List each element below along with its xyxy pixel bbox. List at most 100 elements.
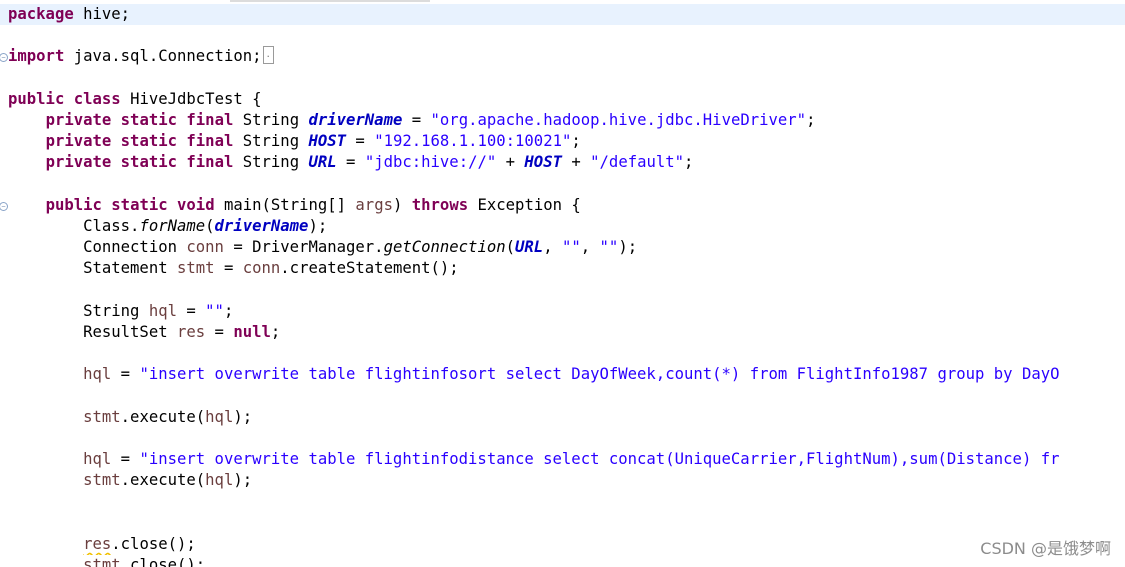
code-token: URL xyxy=(515,238,544,257)
code-token: = xyxy=(346,132,375,151)
code-token: String xyxy=(233,132,309,151)
code-line[interactable]: res.close(); xyxy=(0,534,1125,555)
code-line[interactable] xyxy=(0,280,1125,301)
code-token: final xyxy=(186,111,234,129)
code-token: ); xyxy=(233,407,253,426)
code-token: ResultSet xyxy=(8,323,177,341)
code-token: URL xyxy=(308,153,337,172)
code-token: HOST xyxy=(308,132,347,151)
code-token: ; xyxy=(684,153,694,172)
code-line[interactable]: ResultSet res = null; xyxy=(0,322,1125,343)
code-token: = xyxy=(111,450,140,469)
code-token: static xyxy=(120,111,178,129)
code-line[interactable] xyxy=(0,25,1125,46)
code-line[interactable]: private static final String driverName =… xyxy=(0,110,1125,131)
code-line[interactable]: stmt.close(); xyxy=(0,555,1125,567)
code-token: hql xyxy=(83,365,112,384)
code-line[interactable]: package hive; xyxy=(0,4,1125,25)
code-token: null xyxy=(233,323,271,341)
code-token: "" xyxy=(561,238,581,257)
code-token: "" xyxy=(599,238,619,257)
code-token: .execute( xyxy=(120,407,206,426)
code-line[interactable] xyxy=(0,68,1125,89)
code-token: conn xyxy=(242,259,281,278)
code-token: public xyxy=(45,195,102,214)
code-token: static xyxy=(120,132,178,151)
code-token: Statement xyxy=(8,259,177,278)
code-line[interactable] xyxy=(0,343,1125,364)
code-token: hql xyxy=(148,301,177,320)
code-token: ; xyxy=(806,111,816,129)
editor-tab-strip xyxy=(0,0,1125,3)
fold-toggle-icon[interactable]: – xyxy=(0,201,8,211)
code-line[interactable]: String hql = ""; xyxy=(0,301,1125,322)
code-token: import xyxy=(8,47,65,66)
code-token: getConnection xyxy=(383,238,506,257)
code-token: throws xyxy=(411,195,469,214)
code-token: Class. xyxy=(8,217,140,235)
code-line[interactable]: Class.forName(driverName); xyxy=(0,216,1125,237)
code-token: "192.168.1.100:10021" xyxy=(374,132,572,151)
code-token: String xyxy=(8,301,149,320)
code-token: class xyxy=(73,89,121,108)
code-token: = xyxy=(177,301,206,320)
code-token: String xyxy=(233,111,309,129)
code-token: .createStatement(); xyxy=(280,259,459,278)
code-token: String xyxy=(233,153,309,172)
code-line[interactable] xyxy=(0,174,1125,195)
code-token: ; xyxy=(270,323,281,341)
code-token: stmt xyxy=(177,259,215,278)
fold-toggle-icon[interactable]: – xyxy=(0,53,8,63)
code-token: main(String[] xyxy=(214,195,356,214)
code-line[interactable]: private static final String URL = "jdbc:… xyxy=(0,152,1125,173)
tab-divider xyxy=(230,0,430,2)
code-token: ); xyxy=(308,217,328,235)
code-line[interactable] xyxy=(0,386,1125,407)
code-line[interactable]: stmt.execute(hql); xyxy=(0,470,1125,491)
code-token: ( xyxy=(505,238,516,257)
code-line[interactable] xyxy=(0,492,1125,513)
code-line[interactable]: – import java.sql.Connection; xyxy=(0,46,1125,67)
code-token: "jdbc:hive://" xyxy=(364,153,497,172)
code-line[interactable] xyxy=(0,428,1125,449)
code-token: = xyxy=(402,111,431,129)
code-token: , xyxy=(580,238,600,257)
code-line[interactable]: Connection conn = DriverManager.getConne… xyxy=(0,237,1125,258)
code-token: ) xyxy=(392,195,412,214)
code-token: stmt xyxy=(83,556,121,567)
code-line[interactable]: Statement stmt = conn.createStatement(); xyxy=(0,258,1125,279)
collapsed-imports-icon[interactable] xyxy=(262,46,274,66)
code-line[interactable]: private static final String HOST = "192.… xyxy=(0,131,1125,152)
code-token: = xyxy=(214,259,243,278)
code-line[interactable]: stmt.execute(hql); xyxy=(0,407,1125,428)
code-token: private xyxy=(45,132,112,151)
code-token: + xyxy=(561,153,591,172)
code-line[interactable]: – public static void main(String[] args)… xyxy=(0,195,1125,216)
code-token: void xyxy=(177,195,215,214)
code-line[interactable]: hql = "insert overwrite table flightinfo… xyxy=(0,449,1125,470)
code-line[interactable]: hql = "insert overwrite table flightinfo… xyxy=(0,364,1125,385)
code-token: Connection xyxy=(8,238,187,257)
code-token: ); xyxy=(618,238,638,257)
code-token: .close(); xyxy=(120,556,206,567)
code-line[interactable]: public class HiveJdbcTest { xyxy=(0,89,1125,110)
code-line[interactable] xyxy=(0,513,1125,534)
code-editor[interactable]: package hive; – import java.sql.Connection… xyxy=(0,4,1125,567)
watermark: CSDN @是饿梦啊 xyxy=(980,539,1111,558)
code-token: stmt xyxy=(83,471,121,490)
